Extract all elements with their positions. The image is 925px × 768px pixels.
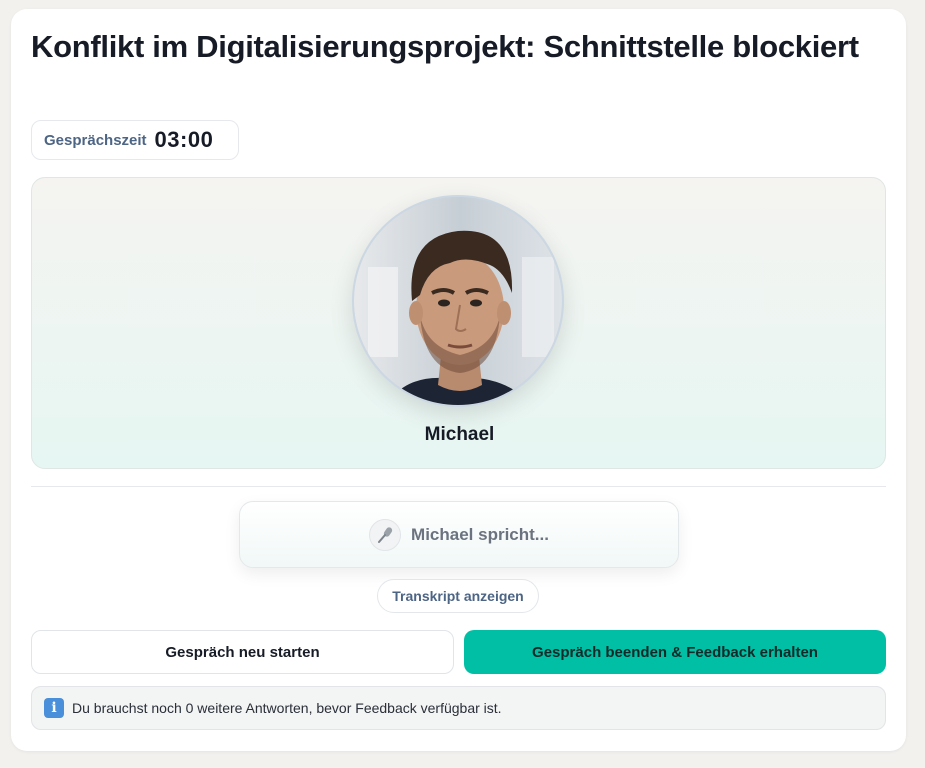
section-divider xyxy=(31,486,886,487)
persona-avatar xyxy=(352,195,564,407)
restart-conversation-button[interactable]: Gespräch neu starten xyxy=(31,630,454,674)
conversation-timer: Gesprächszeit 03:00 xyxy=(31,120,239,160)
persona-name: Michael xyxy=(424,424,495,445)
timer-label: Gesprächszeit xyxy=(44,131,147,149)
avatar-photo xyxy=(354,197,562,405)
persona-stage: Michael xyxy=(31,177,886,469)
speaking-status-text: Michael spricht... xyxy=(411,524,549,544)
speaking-status: Michael spricht... xyxy=(239,501,679,568)
end-conversation-feedback-button[interactable]: Gespräch beenden & Feedback erhalten xyxy=(464,630,886,674)
feedback-notice-text: Du brauchst noch 0 weitere Antworten, be… xyxy=(72,700,502,716)
info-icon: i xyxy=(44,698,64,718)
conversation-card: Konflikt im Digitalisierungsprojekt: Sch… xyxy=(11,9,906,751)
timer-value: 03:00 xyxy=(154,127,214,152)
page-title: Konflikt im Digitalisierungsprojekt: Sch… xyxy=(31,29,859,64)
feedback-notice: i Du brauchst noch 0 weitere Antworten, … xyxy=(31,686,886,730)
microphone-icon xyxy=(369,518,402,551)
show-transcript-button[interactable]: Transkript anzeigen xyxy=(377,579,539,613)
